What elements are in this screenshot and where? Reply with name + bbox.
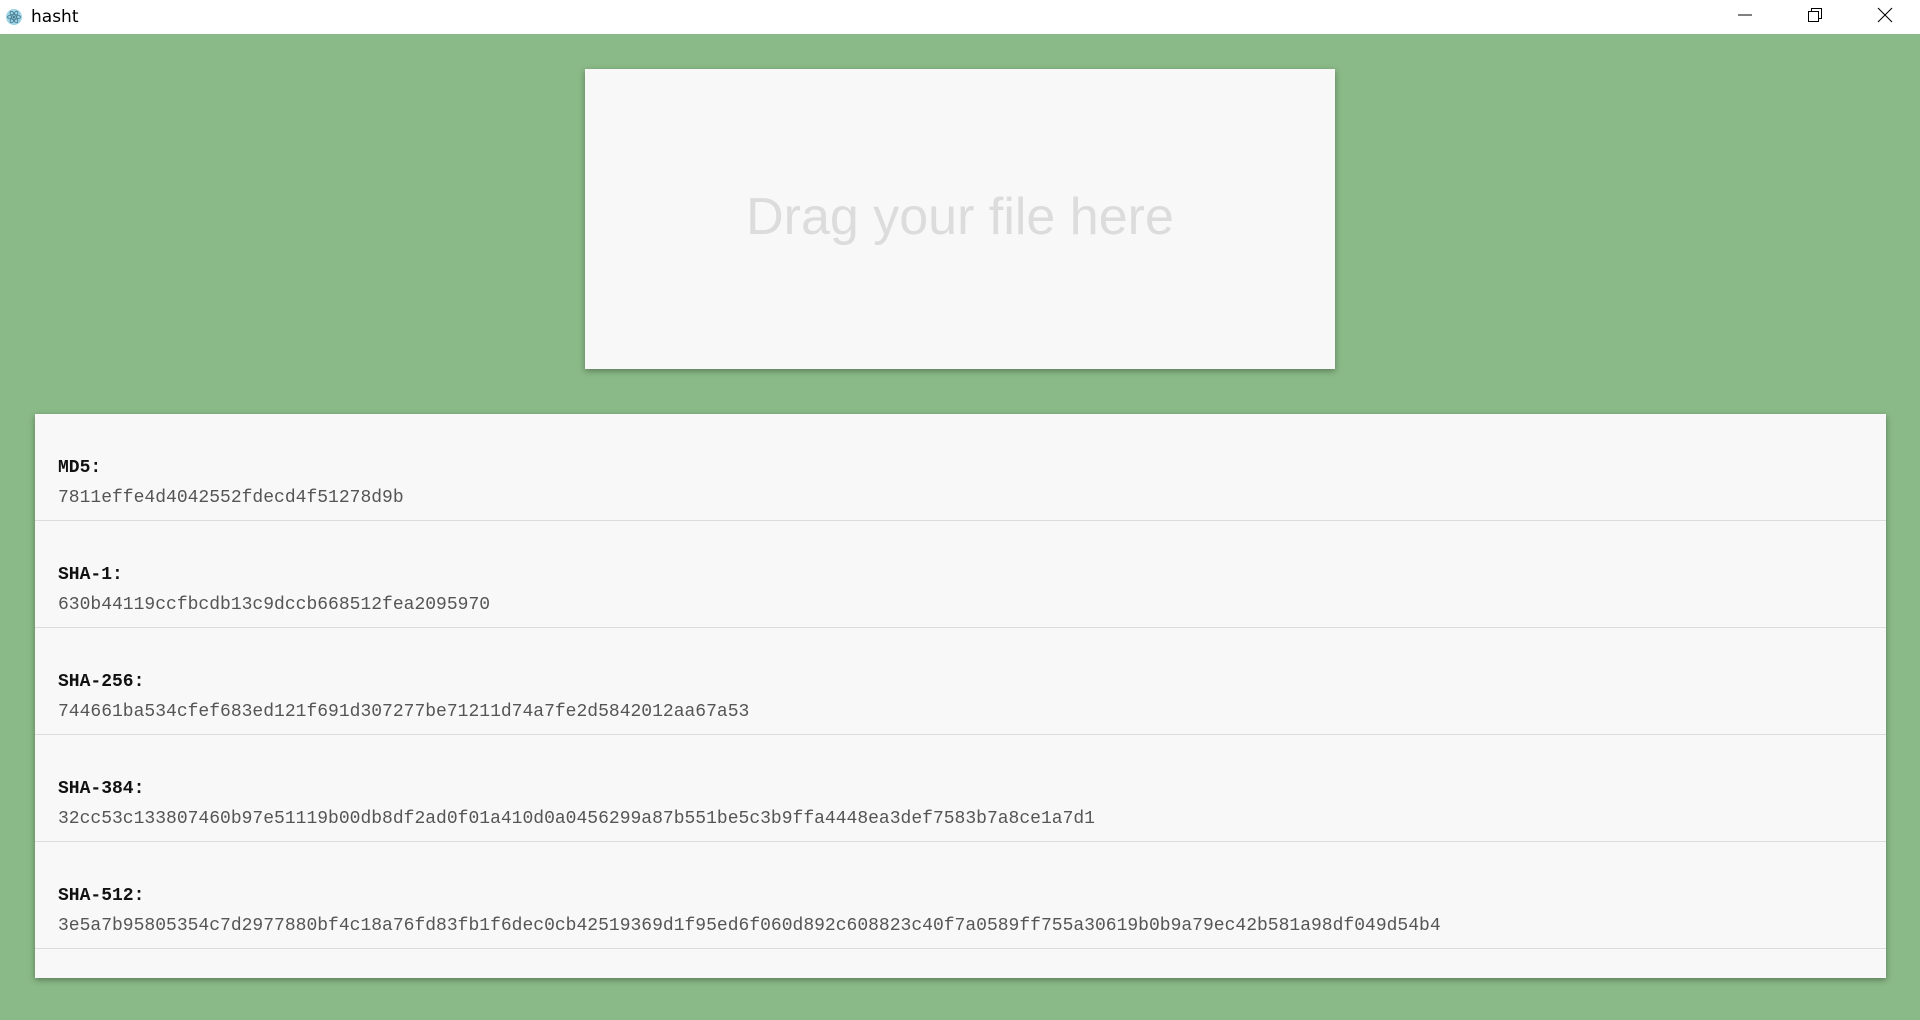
hash-value: 630b44119ccfbcdb13c9dccb668512fea2095970	[58, 595, 491, 615]
restore-button[interactable]	[1780, 0, 1850, 34]
minimize-button[interactable]	[1710, 0, 1780, 34]
restore-icon	[1807, 7, 1823, 28]
hash-results-panel: MD5: 7811effe4d4042552fdecd4f51278d9b SH…	[35, 414, 1886, 978]
hash-row-sha512: SHA-512: 3e5a7b95805354c7d2977880bf4c18a…	[35, 842, 1886, 949]
hash-label: SHA-1:	[58, 565, 123, 585]
hash-row-sha1: SHA-1: 630b44119ccfbcdb13c9dccb668512fea…	[35, 521, 1886, 628]
hash-value: 3e5a7b95805354c7d2977880bf4c18a76fd83fb1…	[58, 916, 1441, 936]
window-title: hasht	[31, 7, 79, 27]
hash-label: MD5:	[58, 458, 102, 478]
hash-value: 32cc53c133807460b97e51119b00db8df2ad0f01…	[58, 809, 1095, 829]
dropzone-text: Drag your file here	[746, 188, 1174, 246]
file-dropzone[interactable]: Drag your file here	[585, 69, 1335, 369]
hash-row-md5: MD5: 7811effe4d4042552fdecd4f51278d9b	[35, 414, 1886, 521]
window-controls	[1710, 0, 1920, 34]
minimize-icon	[1737, 7, 1753, 28]
hash-value: 7811effe4d4042552fdecd4f51278d9b	[58, 488, 404, 508]
hash-label: SHA-256:	[58, 672, 145, 692]
atom-icon	[4, 7, 24, 27]
hash-value: 744661ba534cfef683ed121f691d307277be7121…	[58, 702, 750, 722]
close-button[interactable]	[1850, 0, 1920, 34]
title-bar: hasht	[0, 0, 1920, 34]
close-icon	[1877, 7, 1893, 28]
hash-label: SHA-384:	[58, 779, 145, 799]
hash-row-sha384: SHA-384: 32cc53c133807460b97e51119b00db8…	[35, 735, 1886, 842]
hash-row-sha256: SHA-256: 744661ba534cfef683ed121f691d307…	[35, 628, 1886, 735]
hash-label: SHA-512:	[58, 886, 145, 906]
